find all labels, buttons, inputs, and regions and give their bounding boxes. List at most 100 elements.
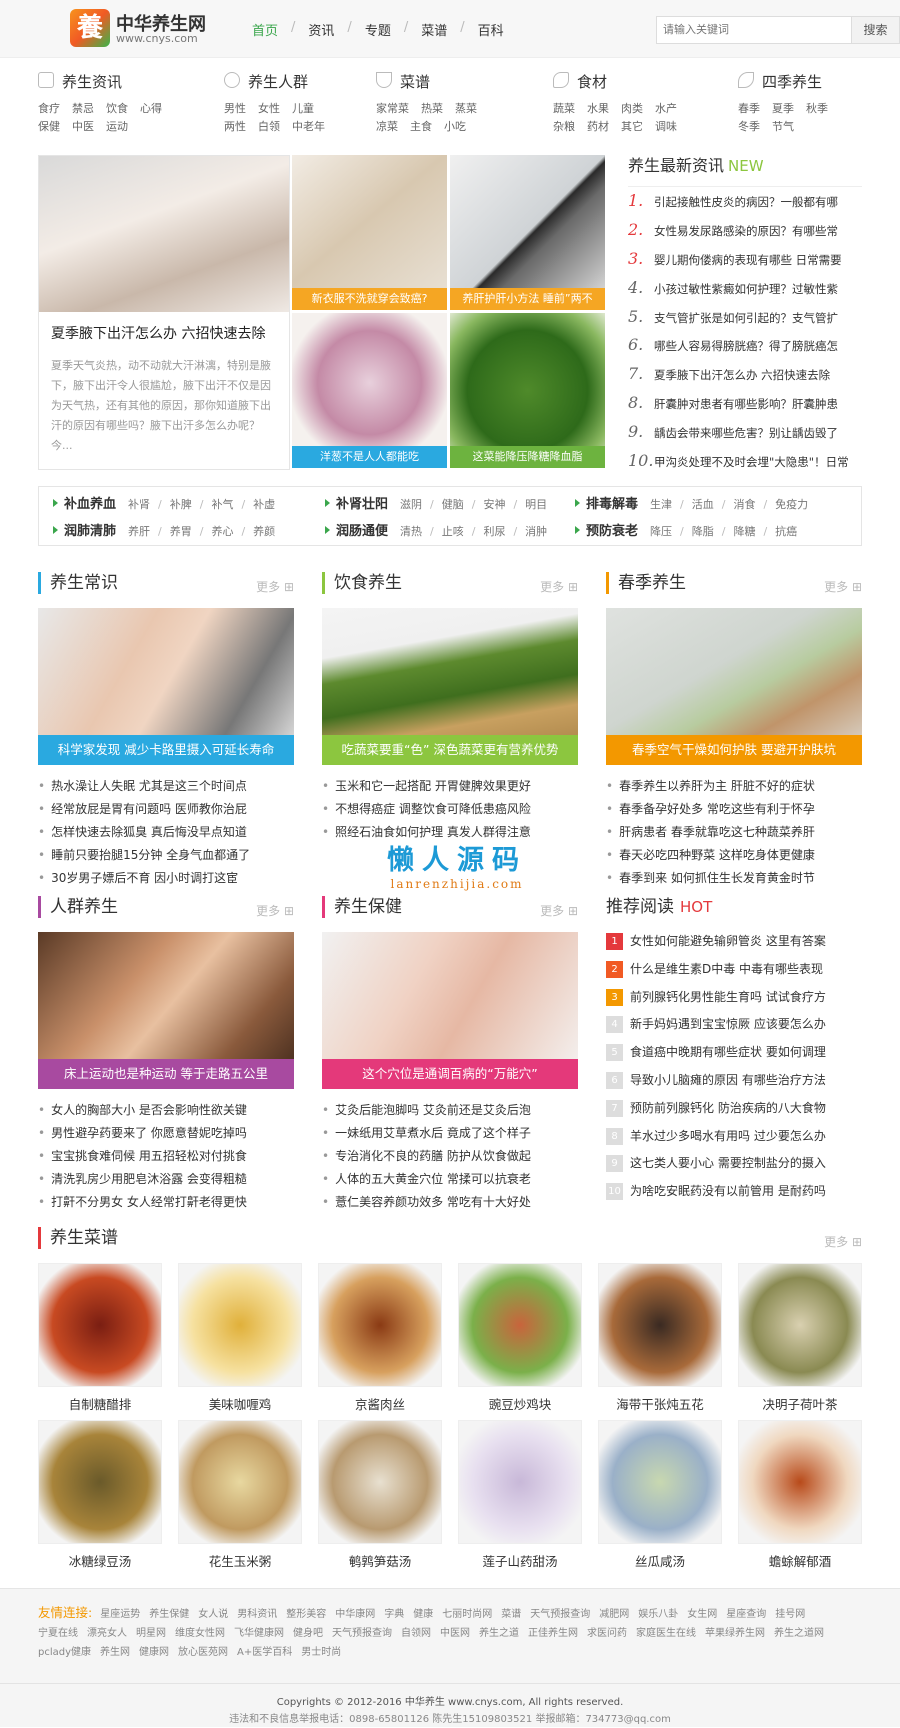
hero-tile[interactable]: 洋葱不是人人都能吃 bbox=[292, 313, 447, 468]
list-item-title[interactable]: 女性如何能避免输卵管炎 这里有答案 bbox=[630, 934, 826, 948]
recipe-name[interactable]: 自制糖醋排 bbox=[38, 1394, 162, 1413]
tag-link[interactable]: 抗癌 bbox=[775, 525, 797, 538]
list-item-title[interactable]: 导致小儿脑瘫的原因 有哪些治疗方法 bbox=[630, 1073, 826, 1087]
friend-link[interactable]: 养生网 bbox=[100, 1643, 130, 1662]
recipe-name[interactable]: 鹌鹑笋菇汤 bbox=[318, 1551, 442, 1570]
recipe-image[interactable] bbox=[598, 1420, 722, 1544]
category-link[interactable]: 心得 bbox=[140, 100, 162, 118]
category-link[interactable]: 秋季 bbox=[806, 100, 828, 118]
category-link[interactable]: 中老年 bbox=[292, 118, 325, 136]
category-link[interactable]: 夏季 bbox=[772, 100, 794, 118]
tag-link[interactable]: 清热 bbox=[400, 525, 422, 538]
recipe-card[interactable]: 决明子荷叶茶 bbox=[738, 1263, 862, 1413]
list-item-title[interactable]: 什么是维生素D中毒 中毒有哪些表现 bbox=[630, 962, 823, 976]
tag-link[interactable]: 滋阴 bbox=[400, 498, 422, 511]
tag-link[interactable]: 降脂 bbox=[692, 525, 714, 538]
featured-title[interactable]: 夏季腋下出汗怎么办 六招快速去除 bbox=[51, 323, 265, 343]
friend-link[interactable]: 挂号网 bbox=[775, 1605, 805, 1624]
list-item[interactable]: 春季备孕好处多 常吃这些有利于怀孕 bbox=[606, 798, 862, 821]
site-logo[interactable]: 養 bbox=[70, 9, 110, 47]
section-image[interactable]: 这个穴位是通调百病的“万能穴” bbox=[322, 932, 578, 1089]
tag-link[interactable]: 消肿 bbox=[525, 525, 547, 538]
news-item-title[interactable]: 夏季腋下出汗怎么办 六招快速去除 bbox=[654, 368, 830, 382]
tag-link[interactable]: 活血 bbox=[692, 498, 714, 511]
news-item[interactable]: 7. 夏季腋下出汗怎么办 六招快速去除 bbox=[628, 360, 862, 389]
friend-link[interactable]: 养生之道网 bbox=[774, 1624, 824, 1643]
tag-link[interactable]: 养胃 bbox=[170, 525, 192, 538]
recipe-name[interactable]: 蟾蜍解郁酒 bbox=[738, 1551, 862, 1570]
friend-link[interactable]: 字典 bbox=[384, 1605, 404, 1624]
news-item[interactable]: 2. 女性易发尿路感染的原因？有哪些常 bbox=[628, 216, 862, 245]
friend-link[interactable]: 女生网 bbox=[687, 1605, 717, 1624]
list-item[interactable]: 不想得癌症 调整饮食可降低患癌风险 bbox=[322, 798, 578, 821]
tag-link[interactable]: 补脾 bbox=[170, 498, 192, 511]
image-caption[interactable]: 吃蔬菜要重“色” 深色蔬菜更有营养优势 bbox=[322, 735, 578, 765]
category-link[interactable]: 药材 bbox=[587, 118, 609, 136]
list-item[interactable]: 一妹纸用艾草煮水后 竟成了这个样子 bbox=[322, 1122, 578, 1145]
more-label[interactable]: 更多 bbox=[256, 904, 280, 918]
tag-group-title[interactable]: 排毒解毒 bbox=[575, 497, 638, 512]
nav-encyclopedia[interactable]: 百科 bbox=[478, 20, 504, 39]
category-link[interactable]: 水果 bbox=[587, 100, 609, 118]
list-item[interactable]: 春季到来 如何抓住生长发育黄金时节 bbox=[606, 867, 862, 890]
tag-link[interactable]: 补气 bbox=[211, 498, 233, 511]
tag-link[interactable]: 免疫力 bbox=[775, 498, 808, 511]
more-link[interactable]: 更多 ⊞ bbox=[256, 900, 294, 922]
recipe-image[interactable] bbox=[178, 1263, 302, 1387]
category-link[interactable]: 肉类 bbox=[621, 100, 643, 118]
section-title-text[interactable]: 饮食养生 bbox=[334, 573, 402, 593]
tag-link[interactable]: 补肾 bbox=[128, 498, 150, 511]
news-item-title[interactable]: 甲沟炎处理不及时会埋"大隐患"！日常 bbox=[654, 455, 849, 469]
friend-link[interactable]: 娱乐八卦 bbox=[638, 1605, 678, 1624]
news-item[interactable]: 6. 哪些人容易得膀胱癌？得了膀胱癌怎 bbox=[628, 331, 862, 360]
news-item-title[interactable]: 女性易发尿路感染的原因？有哪些常 bbox=[654, 224, 838, 238]
recipe-name[interactable]: 海带干张炖五花 bbox=[598, 1394, 722, 1413]
tag-link[interactable]: 养心 bbox=[211, 525, 233, 538]
more-link[interactable]: 更多 ⊞ bbox=[824, 1231, 862, 1253]
recipe-image[interactable] bbox=[318, 1420, 442, 1544]
tag-link[interactable]: 明目 bbox=[525, 498, 547, 511]
section-image[interactable]: 春季空气干燥如何护肤 要避开护肤坑 bbox=[606, 608, 862, 765]
more-label[interactable]: 更多 bbox=[256, 580, 280, 594]
news-item-title[interactable]: 哪些人容易得膀胱癌？得了膀胱癌怎 bbox=[654, 339, 838, 353]
category-link[interactable]: 主食 bbox=[410, 118, 432, 136]
category-link[interactable]: 调味 bbox=[655, 118, 677, 136]
image-caption[interactable]: 床上运动也是种运动 等于走路五公里 bbox=[38, 1059, 294, 1089]
tag-group-title[interactable]: 润肺清肺 bbox=[53, 524, 116, 539]
friend-link[interactable]: 宁夏在线 bbox=[38, 1624, 78, 1643]
recipe-name[interactable]: 美味咖喱鸡 bbox=[178, 1394, 302, 1413]
tag-link[interactable]: 健脑 bbox=[442, 498, 464, 511]
list-item[interactable]: 怎样快速去除狐臭 真后悔没早点知道 bbox=[38, 821, 294, 844]
featured-image[interactable] bbox=[39, 156, 289, 312]
nav-topics[interactable]: 专题 bbox=[365, 20, 391, 39]
recipe-card[interactable]: 冰糖绿豆汤 bbox=[38, 1420, 162, 1570]
list-item[interactable]: 春季养生以养肝为主 肝脏不好的症状 bbox=[606, 775, 862, 798]
news-item[interactable]: 5. 支气管扩张是如何引起的？支气管扩 bbox=[628, 303, 862, 332]
news-item[interactable]: 1. 引起接触性皮炎的病因？一般都有哪 bbox=[628, 187, 862, 216]
list-item[interactable]: 10 为啥吃安眠药没有以前管用 是耐药吗 bbox=[606, 1178, 862, 1206]
friend-link[interactable]: A+医学百科 bbox=[237, 1643, 292, 1662]
list-item[interactable]: 3 前列腺钙化男性能生育吗 试试食疗方 bbox=[606, 984, 862, 1012]
recipe-image[interactable] bbox=[598, 1263, 722, 1387]
friend-link[interactable]: 飞华健康网 bbox=[234, 1624, 284, 1643]
list-item[interactable]: 专治消化不良的药膳 防护从饮食做起 bbox=[322, 1145, 578, 1168]
list-item[interactable]: 4 新手妈妈遇到宝宝惊厥 应该要怎么办 bbox=[606, 1011, 862, 1039]
news-item[interactable]: 10.甲沟炎处理不及时会埋"大隐患"！日常 bbox=[628, 447, 862, 476]
friend-link[interactable]: 七丽时尚网 bbox=[442, 1605, 492, 1624]
tag-group-title[interactable]: 预防衰老 bbox=[575, 524, 638, 539]
list-item[interactable]: 经常放屁是胃有问题吗 医师教你治屁 bbox=[38, 798, 294, 821]
friend-link[interactable]: 正佳养生网 bbox=[528, 1624, 578, 1643]
section-title-text[interactable]: 养生菜谱 bbox=[50, 1228, 118, 1248]
category-title[interactable]: 菜谱 bbox=[400, 71, 430, 92]
friend-link[interactable]: 健身吧 bbox=[293, 1624, 323, 1643]
more-label[interactable]: 更多 bbox=[824, 1235, 848, 1249]
list-item[interactable]: 睡前只要抬腿15分钟 全身气血都通了 bbox=[38, 844, 294, 867]
friend-link[interactable]: 放心医苑网 bbox=[178, 1643, 228, 1662]
list-item[interactable]: 1 女性如何能避免输卵管炎 这里有答案 bbox=[606, 928, 862, 956]
recipe-card[interactable]: 蟾蜍解郁酒 bbox=[738, 1420, 862, 1570]
news-item-title[interactable]: 支气管扩张是如何引起的？支气管扩 bbox=[654, 311, 838, 325]
nav-home[interactable]: 首页 bbox=[252, 20, 278, 39]
tag-link[interactable]: 降压 bbox=[650, 525, 672, 538]
friend-link[interactable]: 健康 bbox=[413, 1605, 433, 1624]
list-item[interactable]: 艾灸后能泡脚吗 艾灸前还是艾灸后泡 bbox=[322, 1099, 578, 1122]
